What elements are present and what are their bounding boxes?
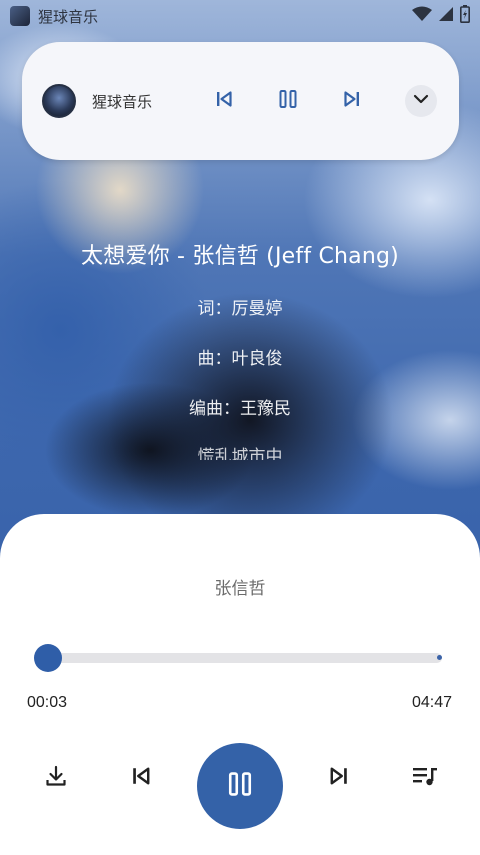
signal-icon [438, 6, 454, 26]
next-icon [329, 766, 349, 790]
previous-button[interactable] [117, 754, 165, 802]
next-button[interactable] [315, 754, 363, 802]
mini-previous-button[interactable] [204, 42, 244, 160]
playlist-icon [412, 764, 438, 792]
wifi-icon [412, 6, 432, 26]
lyric-line: 慌乱城市中 [197, 447, 283, 460]
lyric-line: 曲：叶良俊 [197, 349, 283, 369]
mini-pause-button[interactable] [268, 42, 308, 160]
artist-name: 张信哲 [214, 579, 266, 599]
mini-next-button[interactable] [332, 42, 372, 160]
total-time: 04:47 [411, 694, 452, 711]
lyric-line: 词：厉曼婷 [197, 299, 283, 319]
progress-end-marker [437, 655, 442, 660]
status-app-name: 猩球音乐 [38, 7, 99, 26]
expand-button[interactable] [405, 85, 437, 117]
player-panel: 张信哲 00:03 04:47 [0, 514, 480, 855]
lyrics-panel[interactable]: 太想爱你 - 张信哲 (Jeff Chang) 词：厉曼婷 曲：叶良俊 编曲：王… [0, 230, 480, 460]
mini-player-card[interactable]: 猩球音乐 [22, 42, 459, 160]
mini-player-title: 猩球音乐 [92, 92, 153, 111]
app-icon [10, 6, 30, 26]
download-icon [44, 764, 68, 792]
progress-thumb[interactable] [33, 644, 62, 672]
download-button[interactable] [32, 754, 80, 802]
battery-icon [460, 5, 470, 27]
status-bar: 猩球音乐 [0, 0, 480, 32]
previous-icon [215, 90, 233, 112]
previous-icon [131, 766, 151, 790]
playlist-button[interactable] [401, 754, 449, 802]
current-time: 00:03 [27, 694, 68, 711]
pause-icon [227, 771, 253, 801]
pause-button[interactable] [197, 743, 283, 829]
lyric-line: 编曲：王豫民 [189, 399, 291, 419]
album-art-icon [42, 84, 76, 118]
progress-bar[interactable] [44, 653, 442, 663]
chevron-down-icon [413, 91, 429, 111]
lyric-song-title: 太想爱你 - 张信哲 (Jeff Chang) [81, 244, 399, 269]
next-icon [343, 90, 361, 112]
pause-icon [278, 89, 298, 113]
